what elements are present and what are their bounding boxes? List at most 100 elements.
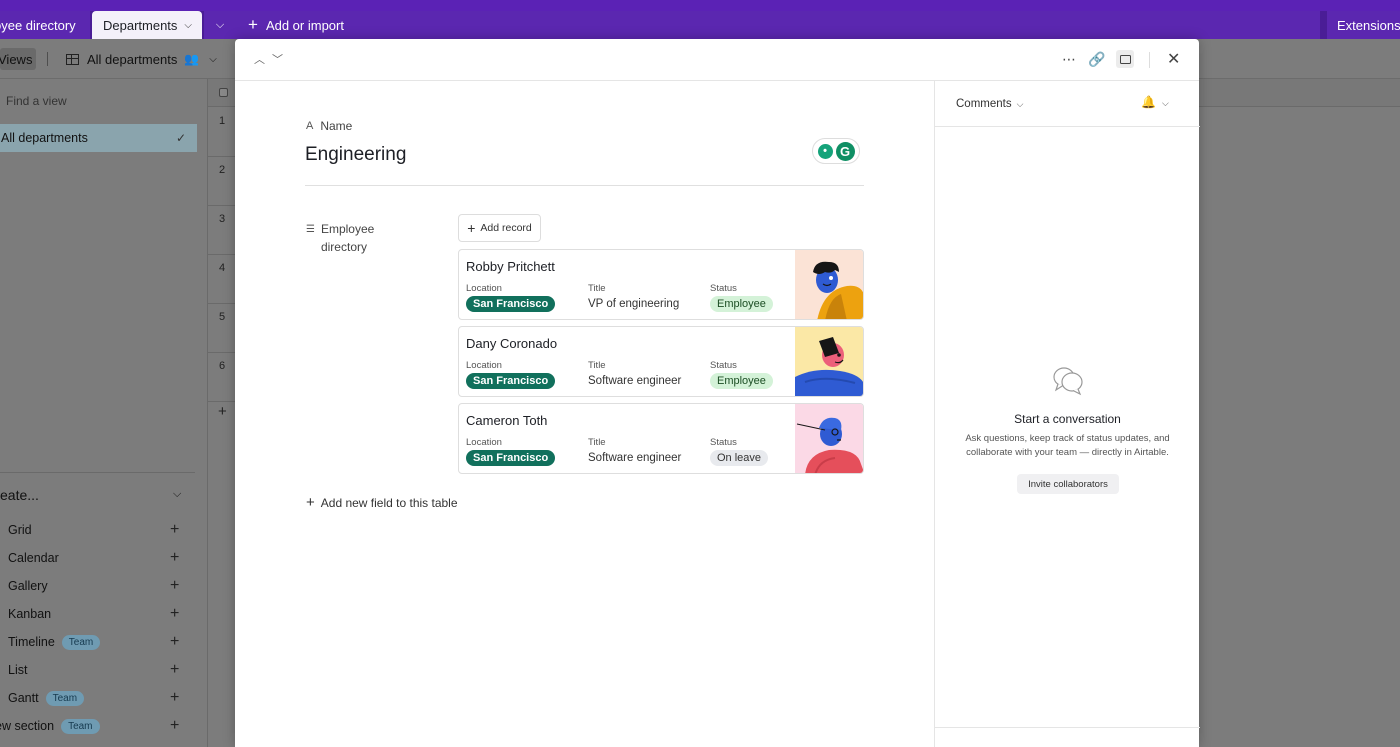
create-view-item[interactable]: Grid + [0, 520, 195, 540]
row-number: 6 [218, 360, 226, 372]
people-icon: 👥 [184, 52, 200, 66]
bell-icon: 🔔 [1141, 95, 1156, 109]
location-value: San Francisco [466, 296, 556, 312]
create-view-label: List [8, 663, 28, 677]
add-record-button[interactable]: + Add record [458, 214, 541, 242]
plus-icon[interactable]: + [170, 577, 179, 595]
title-value: Software engineer [588, 452, 682, 464]
chevron-down-icon: ⌵ [1161, 98, 1169, 108]
close-icon[interactable]: ✕ [1167, 49, 1180, 69]
check-icon: ✓ [175, 131, 186, 145]
comments-header: Comments ⌵ 🔔 ⌵ [935, 81, 1200, 127]
linked-record-card[interactable]: Robby Pritchett Location San Francisco Titl… [458, 249, 864, 320]
create-view-item[interactable]: Gallery + [0, 576, 195, 596]
employee-directory-field-label: ☰ Employee directory [306, 222, 375, 254]
status-label: Status [710, 437, 737, 448]
add-field-button[interactable]: + Add new field to this table [306, 494, 458, 511]
create-view-item[interactable]: ew section Team + [0, 716, 195, 736]
extensions-button[interactable]: Extensions [1327, 11, 1400, 39]
grammarly-icon: G [835, 141, 855, 161]
name-field-label: A Name [306, 119, 353, 133]
row-divider [208, 401, 236, 402]
location-value: San Francisco [466, 373, 556, 389]
linked-record-icon: ☰ [306, 224, 315, 235]
location-value: San Francisco [466, 450, 556, 466]
status-badge: On leave [710, 450, 769, 466]
row-number: 3 [218, 213, 226, 225]
grammarly-widget[interactable]: • G [812, 138, 860, 164]
avatar [795, 250, 863, 319]
lightbulb-icon: • [817, 143, 833, 159]
tab-departments-label: Departments [103, 17, 178, 33]
create-view-label: Timeline [8, 635, 55, 649]
chevron-down-icon[interactable]: ﹀ [272, 51, 283, 67]
linked-record-card[interactable]: Cameron Toth Location San Francisco Title So… [458, 403, 864, 474]
comments-panel: Comments ⌵ 🔔 ⌵ Start a conversation Ask qu… [934, 81, 1200, 747]
status-value: Employee [710, 373, 773, 389]
comment-icon[interactable] [1116, 50, 1134, 68]
more-options-icon[interactable]: ⋯ [1060, 51, 1078, 68]
create-section-header[interactable]: eate... ⌵ [0, 487, 195, 503]
create-view-item[interactable]: Kanban + [0, 604, 195, 624]
create-view-item[interactable]: List + [0, 660, 195, 680]
plus-icon[interactable]: + [170, 549, 179, 567]
notification-button[interactable]: 🔔 ⌵ [1141, 95, 1169, 109]
comment-input-divider [935, 727, 1200, 728]
title-value: VP of engineering [588, 298, 680, 310]
add-or-import-label: Add or import [265, 17, 344, 33]
card-name: Cameron Toth [466, 413, 548, 428]
record-title[interactable]: Engineering [305, 144, 406, 166]
team-badge: Team [45, 690, 85, 706]
create-view-label: Calendar [8, 551, 59, 565]
top-strip [0, 0, 1400, 11]
link-icon[interactable]: 🔗 [1088, 51, 1106, 68]
row-number: 5 [218, 311, 226, 323]
create-view-item[interactable]: Gantt Team + [0, 688, 195, 708]
plus-icon[interactable]: + [170, 605, 179, 623]
add-or-import-button[interactable]: + Add or import [236, 11, 1320, 39]
status-value: Employee [710, 296, 773, 312]
card-name: Dany Coronado [466, 336, 558, 351]
invite-collaborators-button[interactable]: Invite collaborators [1017, 474, 1119, 494]
status-badge: Employee [710, 373, 773, 389]
status-label: Status [710, 283, 737, 294]
create-view-label: Kanban [8, 607, 52, 621]
status-value: On leave [710, 450, 769, 466]
plus-icon[interactable]: + [170, 689, 179, 707]
add-row-button[interactable]: + [218, 403, 227, 420]
sidebar-item-label: All departments [1, 131, 88, 145]
row-divider [208, 205, 236, 206]
plus-icon[interactable]: + [170, 661, 179, 679]
plus-icon[interactable]: + [170, 633, 179, 651]
create-view-item[interactable]: Timeline Team + [0, 632, 195, 652]
team-badge: Team [61, 634, 101, 650]
chevron-up-icon[interactable]: ︿ [254, 51, 265, 67]
title-label: Title [588, 360, 606, 371]
tab-departments[interactable]: Departments ⌵ [92, 11, 202, 39]
create-view-item[interactable]: Calendar + [0, 548, 195, 568]
tab-employee-directory[interactable]: oyee directory [0, 11, 90, 39]
view-switcher[interactable]: All departments 👥 ⌵ [66, 50, 217, 68]
comments-filter[interactable]: Comments ⌵ [956, 98, 1023, 110]
select-all-checkbox[interactable] [219, 88, 228, 97]
plus-icon[interactable]: + [170, 717, 179, 735]
record-detail: A Name Engineering • G ☰ Employee direct… [235, 81, 934, 747]
row-divider [208, 254, 236, 255]
top-bar: oyee directory Departments ⌵ ⌵ + Add or … [0, 0, 1400, 39]
location-label: Location [466, 360, 502, 371]
create-view-label: Grid [8, 523, 32, 537]
location-label: Location [466, 283, 502, 294]
views-button[interactable]: Views [0, 48, 36, 70]
find-view-input[interactable]: Find a view [6, 94, 67, 108]
speech-bubbles-icon [1053, 367, 1083, 396]
chevron-down-icon: ⌵ [215, 18, 225, 31]
linked-record-card[interactable]: Dany Coronado Location San Francisco Title S… [458, 326, 864, 397]
title-label: Title [588, 283, 606, 294]
avatar [795, 327, 863, 396]
chevron-down-icon: ⌵ [173, 488, 182, 500]
sidebar-item-all-departments[interactable]: All departments ✓ [0, 124, 197, 152]
plus-icon[interactable]: + [170, 521, 179, 539]
divider [1149, 52, 1150, 68]
more-tables-button[interactable]: ⌵ [204, 11, 236, 39]
title-label: Title [588, 437, 606, 448]
